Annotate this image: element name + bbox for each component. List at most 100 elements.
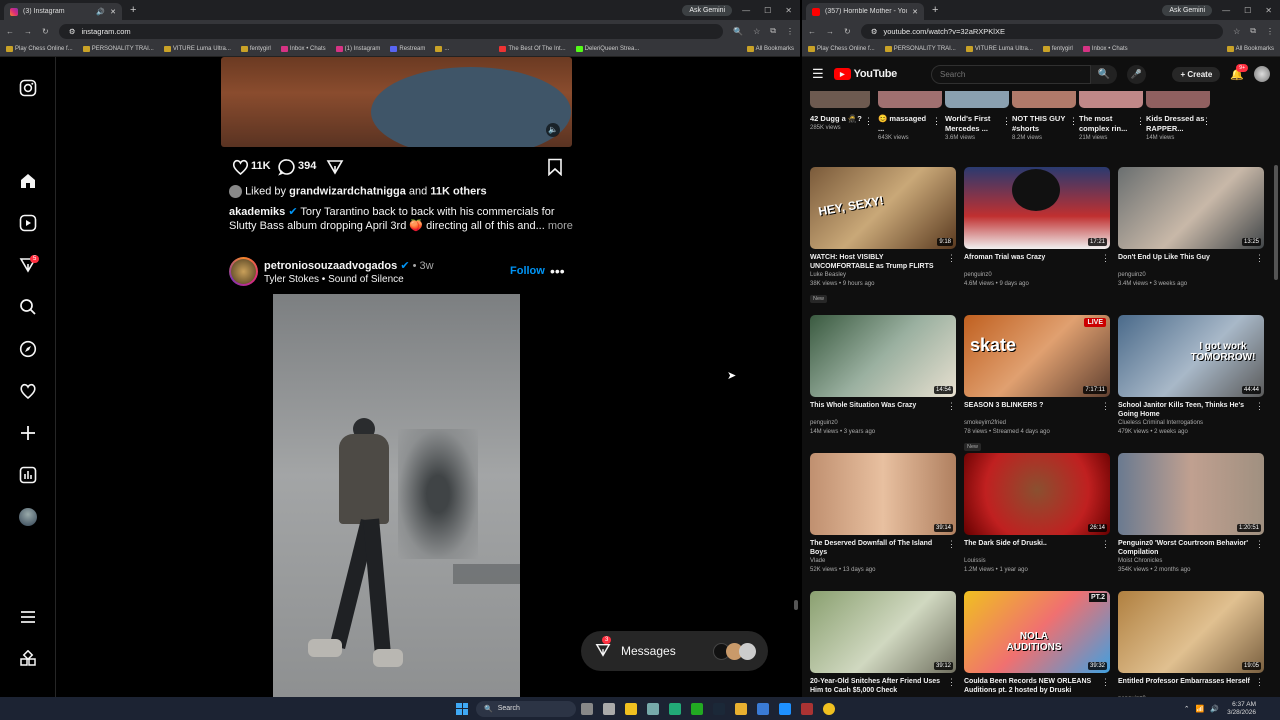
clock[interactable]: 6:37 AM 3/28/2026: [1227, 701, 1256, 717]
short-options-icon[interactable]: ⋮: [1202, 116, 1211, 127]
video-options-icon[interactable]: ⋮: [947, 401, 956, 412]
video-card[interactable]: 39:14 The Deserved Downfall of The Islan…: [810, 453, 956, 575]
short-options-icon[interactable]: ⋮: [1002, 116, 1011, 127]
reels-icon[interactable]: [17, 212, 39, 234]
liker-username[interactable]: grandwizardchatnigga: [289, 185, 406, 197]
ask-gemini-button[interactable]: Ask Gemini: [682, 4, 733, 16]
video-card[interactable]: NOLA AUDITIONS PT.2 39:32 Coulda Been Reco…: [964, 591, 1110, 695]
video-title[interactable]: Don't End Up Like This Guy: [1118, 253, 1264, 271]
system-tray[interactable]: ⌃ 📶 🔊: [1184, 705, 1219, 713]
video-card[interactable]: skate LIVE 7:17:11 SEASON 3 BLINKERS ? smo…: [964, 315, 1110, 451]
post-video[interactable]: 🔈: [221, 57, 572, 147]
video-card[interactable]: 19:05 Entitled Professor Embarrasses Her…: [1118, 591, 1264, 697]
short-thumb[interactable]: [945, 91, 1009, 108]
short-options-icon[interactable]: ⋮: [1069, 116, 1078, 127]
post-options-icon[interactable]: •••: [550, 263, 565, 279]
short-thumb[interactable]: [1146, 91, 1210, 108]
follow-button[interactable]: Follow: [510, 265, 545, 277]
heart-icon[interactable]: [17, 380, 39, 402]
close-window-icon[interactable]: ✕: [785, 6, 792, 15]
video-title[interactable]: Afroman Trial was Crazy: [964, 253, 1110, 271]
short-item[interactable]: 42 Dugg a 🥷? 285K views: [810, 114, 865, 133]
short-item[interactable]: 😊 massaged ... 643K views: [878, 114, 933, 143]
video-title[interactable]: Entitled Professor Embarrasses Herself: [1118, 677, 1264, 695]
extensions-icon[interactable]: ⧉: [770, 26, 776, 36]
close-window-icon[interactable]: ✕: [1265, 6, 1272, 15]
video-thumbnail[interactable]: 13:25: [1118, 167, 1264, 249]
mail-icon[interactable]: [757, 702, 769, 715]
search-input[interactable]: [930, 64, 1091, 84]
video-thumbnail[interactable]: 39:12: [810, 591, 956, 673]
bookmark[interactable]: Play Chess Online f...: [6, 46, 73, 52]
profile-avatar[interactable]: [17, 506, 39, 528]
minimize-icon[interactable]: —: [742, 6, 750, 15]
short-item[interactable]: World's First Mercedes ... 3.6M views: [945, 114, 1005, 143]
video-options-icon[interactable]: ⋮: [1101, 253, 1110, 264]
site-info-icon[interactable]: ⚙: [871, 27, 878, 36]
video-options-icon[interactable]: ⋮: [947, 677, 956, 688]
video-card[interactable]: HEY, SEXY! 9:18 WATCH: Host VISIBLY UNCOM…: [810, 167, 956, 303]
search-button[interactable]: 🔍: [1090, 64, 1117, 84]
video-title[interactable]: WATCH: Host VISIBLY UNCOMFORTABLE as Tru…: [810, 253, 956, 271]
chrome-active-icon[interactable]: [823, 702, 835, 715]
video-options-icon[interactable]: ⋮: [1255, 253, 1264, 264]
bookmark[interactable]: fentygirl: [240, 46, 271, 52]
tab-instagram[interactable]: (3) Instagram 🔊 ✕: [4, 3, 122, 20]
video-options-icon[interactable]: ⋮: [947, 253, 956, 264]
caption-author[interactable]: akademiks: [229, 206, 285, 218]
all-bookmarks[interactable]: All Bookmarks: [1226, 46, 1274, 52]
url-field[interactable]: ⚙ instagram.com: [58, 23, 724, 39]
video-options-icon[interactable]: ⋮: [1255, 539, 1264, 550]
menu-icon[interactable]: ⋮: [786, 27, 794, 36]
video-title[interactable]: School Janitor Kills Teen, Thinks He's G…: [1118, 401, 1264, 419]
zoom-icon[interactable]: 🔍: [733, 27, 743, 36]
minimize-icon[interactable]: —: [1222, 6, 1230, 15]
bookmark[interactable]: DeleriQueen Strea...: [575, 46, 639, 52]
bookmark[interactable]: The Best Of The Int...: [499, 46, 566, 52]
all-bookmarks[interactable]: All Bookmarks: [746, 46, 794, 52]
channel-name[interactable]: penguinz0: [964, 271, 1110, 280]
app-icon[interactable]: [603, 702, 615, 715]
video-options-icon[interactable]: ⋮: [1255, 401, 1264, 412]
short-item[interactable]: The most complex rin... 21M views: [1079, 114, 1139, 143]
short-item[interactable]: Kids Dressed as RAPPER... 14M views: [1146, 114, 1206, 143]
video-thumbnail[interactable]: skate LIVE 7:17:11: [964, 315, 1110, 397]
bookmark[interactable]: (1) Instagram: [335, 46, 380, 52]
mic-icon[interactable]: 🎤: [1126, 64, 1146, 84]
instagram-logo-icon[interactable]: [17, 77, 39, 99]
channel-name[interactable]: Moist Chronicles: [1118, 557, 1264, 566]
app-icon[interactable]: [669, 702, 681, 715]
bookmark[interactable]: PERSONALITY TRAI...: [82, 46, 154, 52]
forward-icon[interactable]: →: [826, 27, 834, 36]
short-options-icon[interactable]: ⋮: [932, 116, 941, 127]
create-icon[interactable]: [17, 422, 39, 444]
url-field[interactable]: ⚙ youtube.com/watch?v=32aRXPKlXE: [860, 23, 1224, 39]
bookmark[interactable]: fentygirl: [1042, 46, 1073, 52]
video-title[interactable]: The Deserved Downfall of The Island Boys: [810, 539, 956, 557]
channel-name[interactable]: Luke Beasley: [810, 271, 956, 280]
bookmark[interactable]: Restream: [390, 46, 425, 52]
start-button-icon[interactable]: [456, 702, 468, 715]
channel-name[interactable]: penguinz0: [1118, 271, 1264, 280]
video-options-icon[interactable]: ⋮: [1255, 677, 1264, 688]
task-view-icon[interactable]: [581, 702, 593, 715]
explore-icon[interactable]: [17, 338, 39, 360]
back-icon[interactable]: ←: [6, 27, 14, 36]
video-thumbnail[interactable]: 17:21: [964, 167, 1110, 249]
site-info-icon[interactable]: ⚙: [69, 27, 76, 36]
video-title[interactable]: 20-Year-Old Snitches After Friend Uses H…: [810, 677, 956, 695]
save-icon[interactable]: [544, 156, 566, 178]
video-thumbnail[interactable]: 19:05: [1118, 591, 1264, 673]
short-options-icon[interactable]: ⋮: [1136, 116, 1145, 127]
messages-bar[interactable]: 3 Messages: [581, 631, 768, 671]
bookmark[interactable]: VITURE Luma Ultra...: [965, 46, 1033, 52]
forward-icon[interactable]: →: [24, 27, 32, 36]
edge-icon[interactable]: [779, 702, 791, 715]
maximize-icon[interactable]: ☐: [764, 6, 771, 15]
ask-gemini-button[interactable]: Ask Gemini: [1162, 4, 1213, 16]
reload-icon[interactable]: ↻: [844, 27, 851, 36]
post-audio-line[interactable]: Tyler Stokes • Sound of Silence: [264, 274, 404, 285]
video-title[interactable]: Coulda Been Records NEW ORLEANS Audition…: [964, 677, 1110, 695]
video-title[interactable]: This Whole Situation Was Crazy: [810, 401, 956, 419]
dashboard-icon[interactable]: [17, 464, 39, 486]
